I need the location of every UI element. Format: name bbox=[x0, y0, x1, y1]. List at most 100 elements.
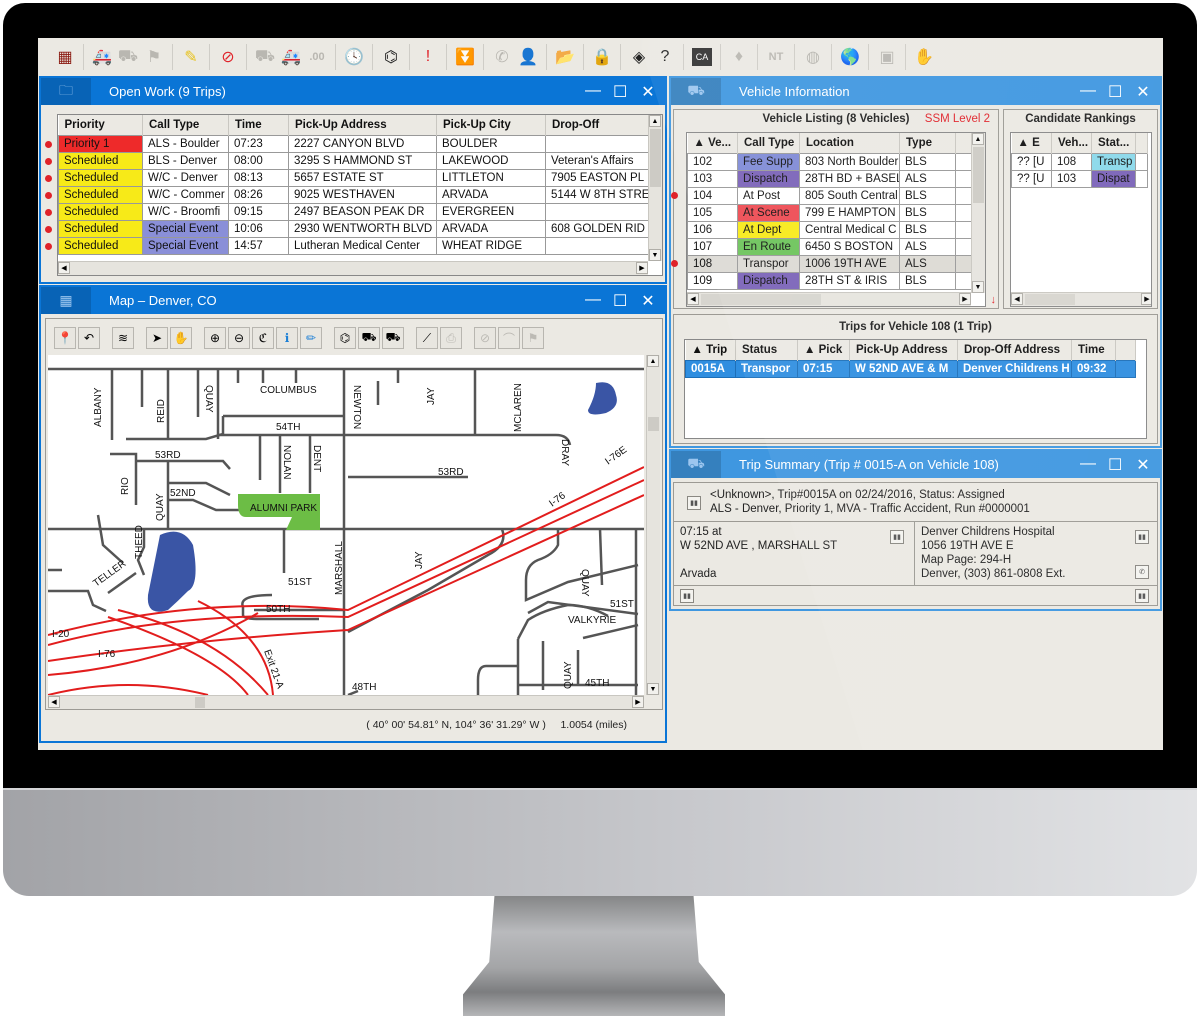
table-row[interactable]: Priority 1 ALS - Boulder 07:23 2227 CANYON … bbox=[58, 134, 649, 153]
pointer-icon[interactable]: ➤ bbox=[146, 327, 168, 349]
hand-icon[interactable]: ✋ bbox=[911, 44, 937, 70]
diamond-grid-icon[interactable]: ◈ bbox=[626, 44, 652, 70]
vehicle-row[interactable]: 106 At Dept Central Medical C BLS bbox=[687, 220, 972, 239]
ambulance-forward-icon[interactable]: ⛟ bbox=[252, 44, 278, 70]
undo-icon[interactable]: ↶ bbox=[78, 327, 100, 349]
close-button[interactable]: ✕ bbox=[641, 82, 655, 102]
scroll-right-arrow[interactable]: ▶ bbox=[632, 696, 644, 708]
maximize-button[interactable]: ☐ bbox=[1108, 455, 1122, 475]
draw-icon[interactable]: ✏ bbox=[300, 327, 322, 349]
pan-hand-icon[interactable]: ✋ bbox=[170, 327, 192, 349]
table-row[interactable]: Scheduled W/C - Commer 08:26 9025 WESTHAVEN… bbox=[58, 185, 649, 204]
column-header[interactable]: Pick-Up City bbox=[436, 115, 546, 135]
open-work-titlebar[interactable]: 🗀 Open Work (9 Trips) — ☐ ✕ bbox=[41, 78, 665, 105]
ambulance-assign-icon[interactable]: 🚑 bbox=[89, 44, 115, 70]
vehicles-icon[interactable]: ⛟ bbox=[358, 327, 380, 349]
map-pin-icon[interactable]: 📍 bbox=[54, 327, 76, 349]
minimize-button[interactable]: — bbox=[585, 82, 601, 102]
ambulance-back-icon[interactable]: 🚑 bbox=[278, 44, 304, 70]
scroll-up-arrow[interactable]: ▲ bbox=[647, 355, 659, 367]
phone-icon[interactable]: ✆ bbox=[489, 44, 515, 70]
find-icon[interactable]: ⌬ bbox=[334, 327, 356, 349]
column-header[interactable]: Pick-Up Address bbox=[288, 115, 437, 135]
report-icon[interactable]: ▮▮ bbox=[687, 496, 701, 510]
column-header[interactable]: ▲ Trip bbox=[685, 340, 736, 360]
candidate-row[interactable]: ?? [U 108 Transp bbox=[1011, 152, 1148, 171]
user-icon[interactable]: 👤 bbox=[515, 44, 541, 70]
close-button[interactable]: ✕ bbox=[1136, 82, 1150, 102]
scroll-left-arrow[interactable]: ◀ bbox=[58, 262, 70, 274]
alert-icon[interactable]: ! bbox=[415, 44, 441, 70]
candidate-row[interactable]: ?? [U 103 Dispat bbox=[1011, 169, 1148, 188]
scroll-right-arrow[interactable]: ▶ bbox=[959, 293, 971, 305]
scroll-thumb[interactable] bbox=[1025, 294, 1075, 305]
vehicle-row[interactable]: 103 Dispatch 28TH BD + BASEL ALS bbox=[687, 169, 972, 188]
folder-open-icon[interactable]: 📂 bbox=[552, 44, 578, 70]
vehicle-vscroll[interactable]: ▲ ▼ bbox=[971, 133, 985, 293]
decimal-icon[interactable]: .00 bbox=[304, 44, 330, 70]
table-row[interactable]: Scheduled Special Event 10:06 2930 WENTWORT… bbox=[58, 219, 649, 238]
binoculars-icon[interactable]: ⌬ bbox=[378, 44, 404, 70]
trip-summary-titlebar[interactable]: ⛟ Trip Summary (Trip # 0015-A on Vehicle… bbox=[671, 451, 1160, 478]
scroll-down-arrow[interactable]: ▼ bbox=[972, 281, 984, 293]
report-icon[interactable]: ▮▮ bbox=[1135, 589, 1149, 603]
column-header[interactable]: ▲ Ve... bbox=[687, 133, 738, 153]
column-header[interactable]: ▲ E bbox=[1011, 133, 1052, 153]
pencil-icon[interactable]: ✎ bbox=[178, 44, 204, 70]
scroll-down-arrow[interactable]: ▼ bbox=[649, 249, 661, 261]
ca-icon[interactable]: CA bbox=[692, 48, 712, 66]
clock-icon[interactable]: 🕓 bbox=[341, 44, 367, 70]
column-header[interactable]: Status bbox=[735, 340, 798, 360]
maximize-button[interactable]: ☐ bbox=[613, 82, 627, 102]
map-vscroll[interactable]: ▲ ▼ bbox=[646, 355, 660, 695]
column-header[interactable]: Veh... bbox=[1051, 133, 1092, 153]
route-flag-icon[interactable]: ⚑ bbox=[141, 44, 167, 70]
column-header[interactable]: ▲ Pick bbox=[797, 340, 850, 360]
scroll-down-arrow[interactable]: ▼ bbox=[647, 683, 659, 695]
zoom-extent-icon[interactable]: ℭ bbox=[252, 327, 274, 349]
table-row[interactable]: Scheduled W/C - Denver 08:13 5657 ESTATE ST… bbox=[58, 168, 649, 187]
layers-icon[interactable]: ≋ bbox=[112, 327, 134, 349]
scroll-right-arrow[interactable]: ▶ bbox=[636, 262, 648, 274]
scroll-thumb[interactable] bbox=[701, 294, 821, 305]
nt-icon[interactable]: NT bbox=[763, 44, 789, 70]
minimize-button[interactable]: — bbox=[1080, 455, 1096, 475]
filter-icon[interactable]: ⏬ bbox=[452, 44, 478, 70]
vehicle-row[interactable]: 102 Fee Supp 803 North Boulder BLS bbox=[687, 152, 972, 171]
phone-icon[interactable]: ✆ bbox=[1135, 565, 1149, 579]
trip-row[interactable]: 0015A Transpor 07:15 W 52ND AVE & M Denver C… bbox=[685, 359, 1136, 378]
zoom-out-icon[interactable]: ⊖ bbox=[228, 327, 250, 349]
scroll-right-arrow[interactable]: ▶ bbox=[1141, 293, 1151, 305]
arc-icon[interactable]: ⌒ bbox=[498, 327, 520, 349]
column-header[interactable]: Stat... bbox=[1091, 133, 1136, 153]
column-header[interactable]: Drop-Off Address bbox=[957, 340, 1072, 360]
minimize-button[interactable]: — bbox=[1080, 82, 1096, 102]
camera-icon[interactable]: ▣ bbox=[874, 44, 900, 70]
globe-gray-icon[interactable]: ◍ bbox=[800, 44, 826, 70]
map-canvas[interactable]: ALBANY REID QUAY COLUMBUS NEWTON JAY MCL… bbox=[48, 355, 644, 695]
scroll-thumb[interactable] bbox=[195, 697, 205, 708]
open-work-hscroll[interactable]: ◀ ▶ bbox=[58, 261, 648, 275]
close-button[interactable]: ✕ bbox=[641, 291, 655, 311]
open-work-vscroll[interactable]: ▲ ▼ bbox=[648, 115, 662, 261]
column-header[interactable]: Call Type bbox=[737, 133, 800, 153]
scroll-up-arrow[interactable]: ▲ bbox=[649, 115, 661, 127]
report-icon[interactable]: ▮▮ bbox=[680, 589, 694, 603]
flag-icon[interactable]: ⚑ bbox=[522, 327, 544, 349]
vehicle-row[interactable]: 104 At Post 805 South Central BLS bbox=[687, 186, 972, 205]
vehicles-route-icon[interactable]: ⛟ bbox=[382, 327, 404, 349]
column-header[interactable]: Pick-Up Address bbox=[849, 340, 958, 360]
table-row[interactable]: Scheduled Special Event 14:57 Lutheran Medi… bbox=[58, 236, 649, 255]
column-header[interactable]: Location bbox=[799, 133, 900, 153]
measure-icon[interactable]: ⟋ bbox=[416, 327, 438, 349]
minimize-button[interactable]: — bbox=[585, 291, 601, 311]
diamond-icon[interactable]: ♦ bbox=[726, 44, 752, 70]
scroll-left-arrow[interactable]: ◀ bbox=[48, 696, 60, 708]
info-icon[interactable]: ℹ bbox=[276, 327, 298, 349]
vehicle-row[interactable]: 105 At Scene 799 E HAMPTON BLS bbox=[687, 203, 972, 222]
vehicle-row[interactable]: 108 Transpor 1006 19TH AVE ALS bbox=[687, 254, 972, 273]
maximize-button[interactable]: ☐ bbox=[613, 291, 627, 311]
calendar-grid-icon[interactable]: ▦ bbox=[52, 44, 78, 70]
maximize-button[interactable]: ☐ bbox=[1108, 82, 1122, 102]
globe-icon[interactable]: 🌎 bbox=[837, 44, 863, 70]
